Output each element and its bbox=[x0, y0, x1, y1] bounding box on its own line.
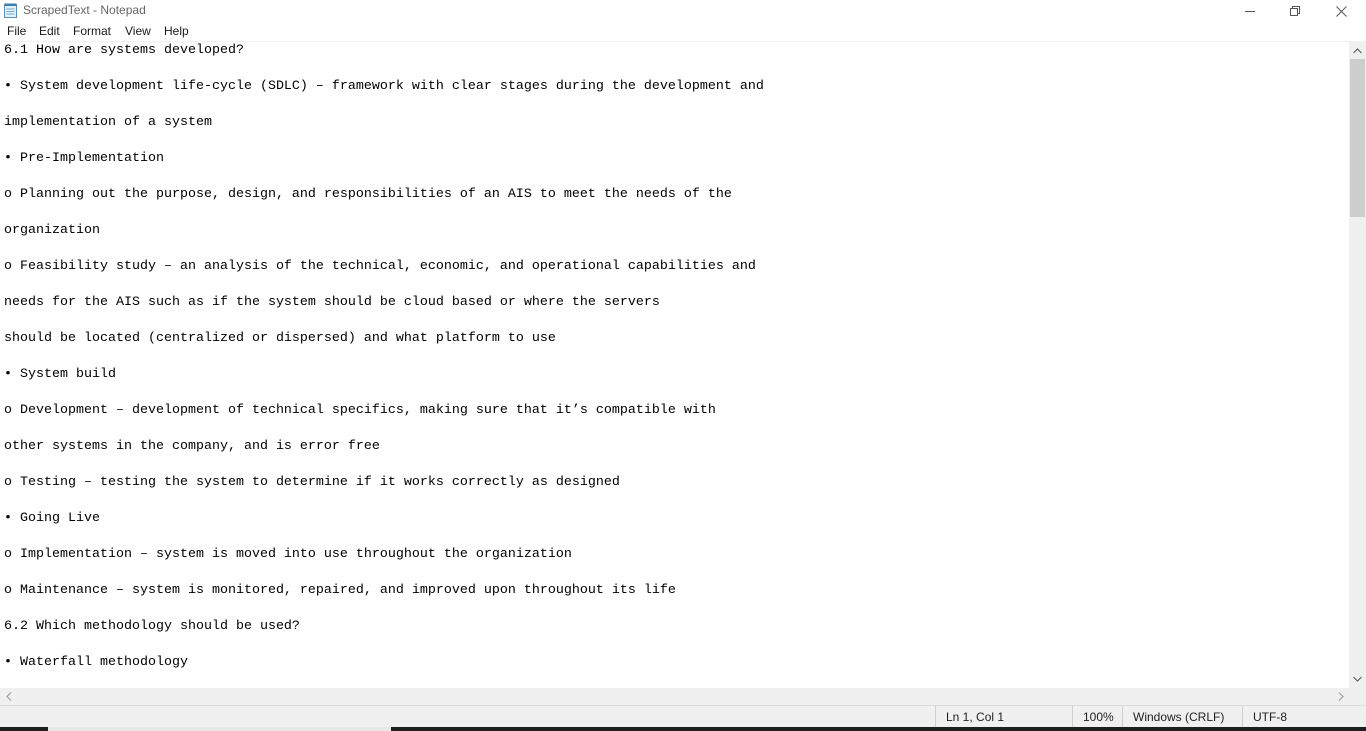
vertical-scroll-thumb[interactable] bbox=[1350, 59, 1365, 217]
scrollbar-corner bbox=[1349, 688, 1366, 705]
maximize-button[interactable] bbox=[1272, 0, 1318, 22]
status-divider bbox=[1122, 706, 1123, 728]
menu-format[interactable]: Format bbox=[73, 24, 111, 38]
minimize-icon bbox=[1245, 6, 1255, 16]
close-button[interactable] bbox=[1318, 0, 1364, 22]
scroll-left-icon[interactable] bbox=[4, 692, 13, 701]
text-line: organization bbox=[4, 223, 100, 238]
menu-help[interactable]: Help bbox=[164, 24, 189, 38]
notepad-icon bbox=[4, 3, 17, 18]
minimize-button[interactable] bbox=[1227, 0, 1273, 22]
text-line: other systems in the company, and is err… bbox=[4, 439, 380, 454]
text-line: o Implementation – system is moved into … bbox=[4, 547, 572, 562]
scroll-right-icon[interactable] bbox=[1336, 692, 1345, 701]
zoom-level: 100% bbox=[1083, 710, 1114, 724]
menu-view[interactable]: View bbox=[125, 24, 151, 38]
text-line: • Waterfall methodology bbox=[4, 655, 188, 670]
cursor-position: Ln 1, Col 1 bbox=[946, 710, 1005, 724]
text-line: 6.1 How are systems developed? bbox=[4, 43, 244, 58]
status-divider bbox=[1072, 706, 1073, 728]
text-line: • System build bbox=[4, 367, 116, 382]
text-line: o Planning out the purpose, design, and … bbox=[4, 187, 732, 202]
taskbar-edge bbox=[0, 727, 1366, 731]
text-line: should be located (centralized or disper… bbox=[4, 331, 556, 346]
menu-bar: File Edit Format View Help bbox=[0, 22, 1366, 42]
vertical-scrollbar[interactable] bbox=[1349, 42, 1366, 688]
encoding: UTF-8 bbox=[1253, 710, 1287, 724]
restore-icon bbox=[1290, 6, 1300, 16]
text-line: • Pre-Implementation bbox=[4, 151, 164, 166]
menu-file[interactable]: File bbox=[7, 24, 26, 38]
taskbar-highlight bbox=[48, 727, 391, 731]
text-line: o Testing – testing the system to determ… bbox=[4, 475, 620, 490]
text-line: implementation of a system bbox=[4, 115, 212, 130]
line-ending: Windows (CRLF) bbox=[1133, 710, 1225, 724]
text-line: 6.2 Which methodology should be used? bbox=[4, 619, 300, 634]
status-divider bbox=[935, 706, 936, 728]
text-line: • Going Live bbox=[4, 511, 100, 526]
text-line: o Development – development of technical… bbox=[4, 403, 716, 418]
horizontal-scrollbar[interactable] bbox=[0, 688, 1349, 705]
title-bar[interactable]: ScrapedText - Notepad bbox=[0, 0, 1366, 22]
text-line: o Maintenance – system is monitored, rep… bbox=[4, 583, 676, 598]
close-icon bbox=[1335, 5, 1347, 17]
text-line: • System development life-cycle (SDLC) –… bbox=[4, 79, 764, 94]
scroll-down-icon[interactable] bbox=[1353, 674, 1362, 683]
window-title: ScrapedText - Notepad bbox=[23, 3, 146, 17]
scroll-up-icon[interactable] bbox=[1353, 46, 1362, 55]
status-bar: Ln 1, Col 1 100% Windows (CRLF) UTF-8 bbox=[0, 705, 1366, 728]
text-line: o Feasibility study – an analysis of the… bbox=[4, 259, 756, 274]
text-editor[interactable]: 6.1 How are systems developed? • System … bbox=[0, 42, 1349, 688]
menu-edit[interactable]: Edit bbox=[39, 24, 60, 38]
status-divider bbox=[1242, 706, 1243, 728]
text-line: needs for the AIS such as if the system … bbox=[4, 295, 660, 310]
